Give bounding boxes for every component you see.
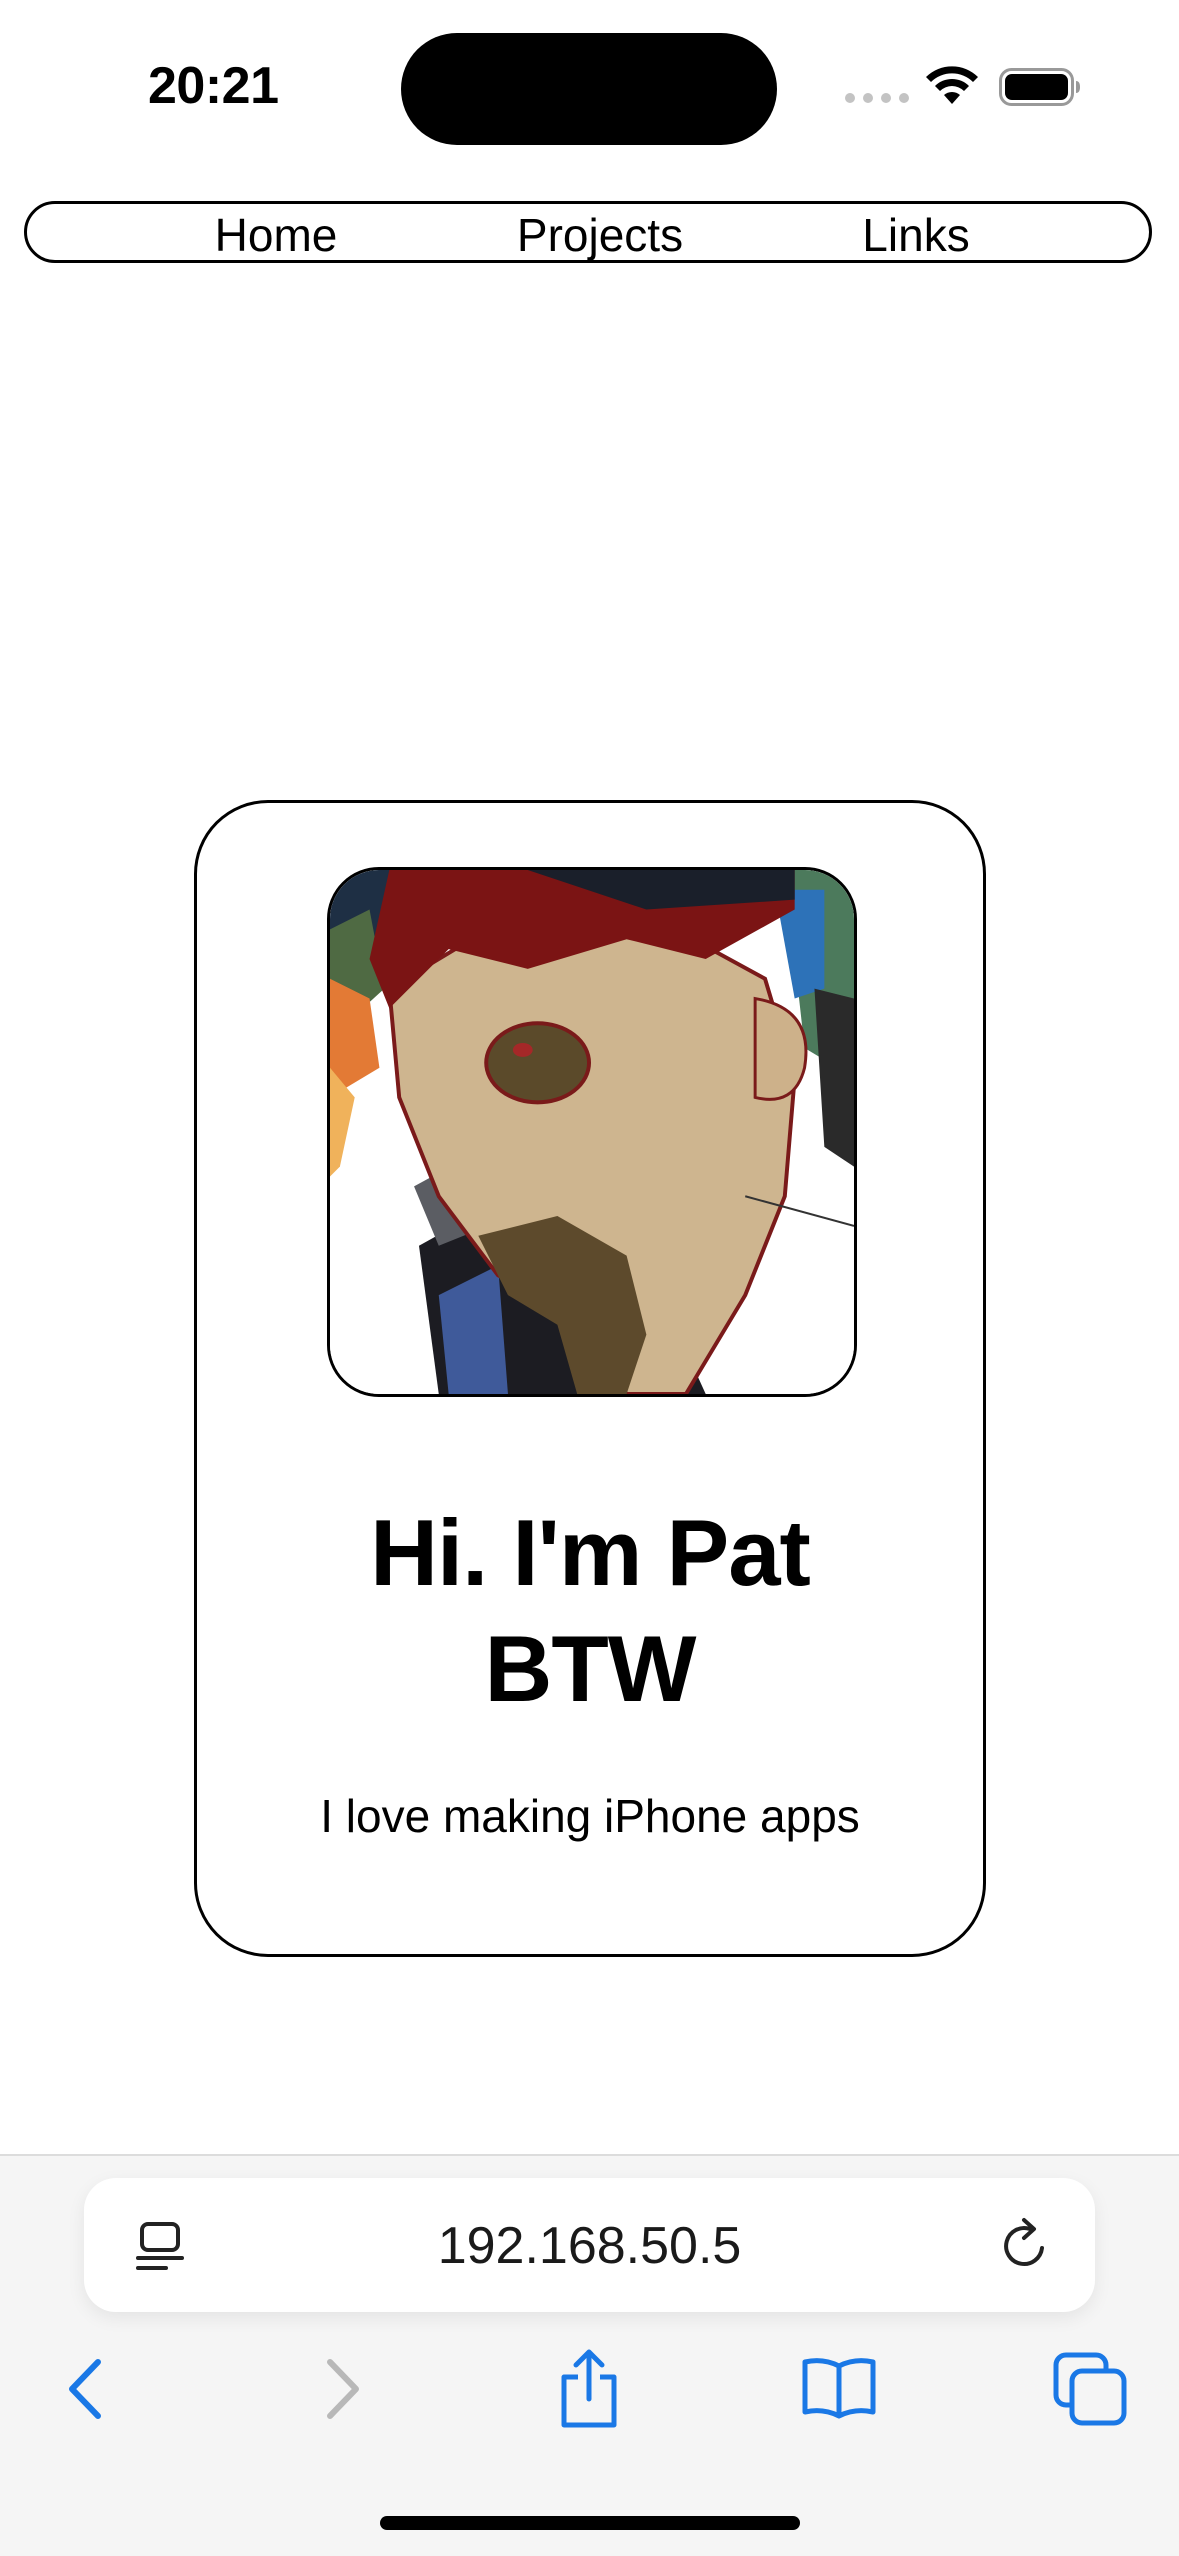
profile-subtitle: I love making iPhone apps [320, 1790, 860, 1842]
avatar [327, 867, 857, 1397]
chevron-right-icon [327, 2359, 359, 2419]
reload-icon[interactable] [996, 2216, 1054, 2276]
nav-link-projects[interactable]: Projects [517, 210, 683, 260]
share-button[interactable] [544, 2344, 634, 2434]
tabs-button[interactable] [1045, 2344, 1135, 2434]
profile-heading: Hi. I'm Pat BTW [197, 1495, 983, 1727]
bookmarks-button[interactable] [794, 2344, 884, 2434]
top-nav: Home Projects Links [24, 201, 1152, 263]
back-button[interactable] [41, 2344, 131, 2434]
profile-heading-line1: Hi. I'm Pat [370, 1500, 811, 1605]
book-icon [802, 2358, 876, 2419]
profile-card: Hi. I'm Pat BTW I love making iPhone app… [194, 800, 986, 1957]
address-bar[interactable]: 192.168.50.5 [84, 2178, 1095, 2312]
share-icon [561, 2349, 617, 2428]
nav-link-home[interactable]: Home [215, 210, 338, 260]
profile-heading-line2: BTW [484, 1616, 696, 1721]
tabs-icon [1053, 2352, 1127, 2426]
avatar-illustration [330, 870, 854, 1394]
forward-button[interactable] [297, 2344, 387, 2434]
dynamic-island [401, 33, 777, 145]
wifi-icon [926, 66, 978, 104]
home-indicator [380, 2516, 800, 2530]
nav-link-links[interactable]: Links [862, 210, 969, 260]
status-time: 20:21 [148, 57, 279, 115]
address-url[interactable]: 192.168.50.5 [84, 2218, 1095, 2274]
battery-icon [999, 68, 1080, 106]
chevron-left-icon [69, 2359, 101, 2419]
cellular-signal-icon [845, 93, 909, 103]
